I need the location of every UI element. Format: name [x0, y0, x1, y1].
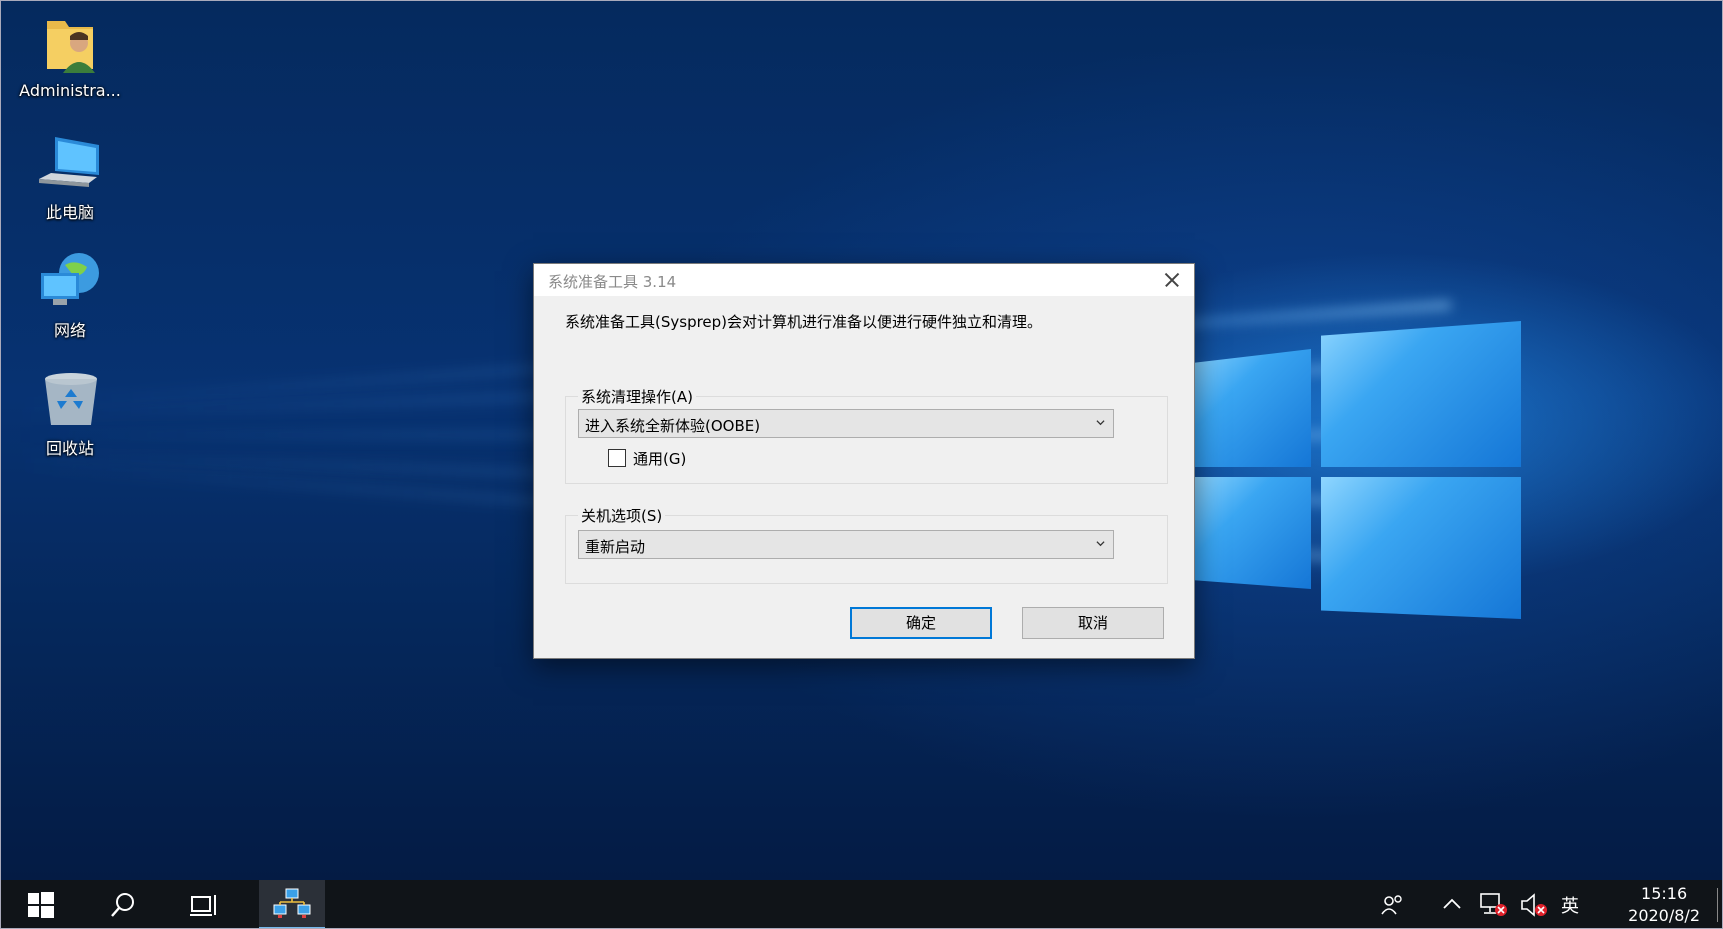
chevron-down-icon — [1096, 420, 1105, 426]
volume-button[interactable] — [1519, 880, 1553, 928]
generalize-label[interactable]: 通用(G) — [633, 448, 686, 469]
shutdown-options-group: 关机选项(S) 重新启动 — [565, 505, 1168, 584]
sysprep-dialog: 系统准备工具 3.14 系统准备工具(Sysprep)会对计算机进行准备以便进行… — [533, 263, 1195, 659]
dialog-title: 系统准备工具 3.14 — [548, 273, 677, 291]
search-icon — [111, 893, 134, 917]
clock[interactable]: 15:16 2020/8/2 — [1628, 883, 1700, 927]
show-hidden-icons-button[interactable] — [1441, 880, 1467, 928]
cancel-button[interactable]: 取消 — [1022, 607, 1164, 639]
desktop-icon-recycle-bin[interactable]: 回收站 — [7, 369, 133, 459]
generalize-checkbox[interactable] — [608, 449, 626, 467]
people-icon — [1381, 895, 1402, 915]
desktop-icon-network[interactable]: 网络 — [7, 251, 133, 341]
shutdown-options-legend: 关机选项(S) — [578, 505, 666, 526]
ime-indicator[interactable]: 英 — [1561, 892, 1591, 922]
people-button[interactable] — [1379, 880, 1413, 928]
shutdown-options-select[interactable]: 重新启动 — [578, 530, 1114, 559]
task-view-icon — [190, 895, 216, 916]
clock-date: 2020/8/2 — [1628, 906, 1700, 925]
desktop-icon-label: 回收站 — [45, 439, 94, 458]
chevron-up-icon — [1443, 898, 1461, 909]
desktop-icon-user-folder[interactable]: Administra... — [7, 15, 133, 100]
show-desktop-button[interactable] — [1717, 888, 1718, 922]
desktop-icon-label: Administra... — [19, 81, 121, 100]
network-status-button[interactable] — [1479, 880, 1513, 928]
windows-logo — [1191, 321, 1531, 621]
cleanup-action-group: 系统清理操作(A) 进入系统全新体验(OOBE) 通用(G) — [565, 386, 1168, 484]
computer-icon — [35, 133, 105, 195]
taskbar-app-sysprep[interactable] — [259, 880, 325, 928]
network-icon — [35, 251, 105, 313]
desktop-icon-label: 网络 — [53, 321, 86, 340]
volume-muted-icon — [1521, 893, 1547, 917]
dialog-titlebar[interactable]: 系统准备工具 3.14 — [534, 264, 1194, 296]
cleanup-action-value: 进入系统全新体验(OOBE) — [585, 417, 761, 435]
shutdown-options-value: 重新启动 — [585, 538, 646, 556]
cleanup-action-legend: 系统清理操作(A) — [578, 386, 696, 407]
desktop-background[interactable]: Administra... 此电脑 网络 回收站 系统准备工具 3.14 系统准… — [1, 1, 1722, 880]
cleanup-action-select[interactable]: 进入系统全新体验(OOBE) — [578, 409, 1114, 438]
user-folder-icon — [35, 15, 105, 77]
windows-start-icon — [28, 892, 54, 918]
search-button[interactable] — [109, 880, 149, 928]
desktop-icon-label: 此电脑 — [45, 203, 94, 222]
start-button[interactable] — [27, 880, 67, 928]
taskbar: 英 15:16 2020/8/2 — [1, 880, 1722, 928]
dialog-description: 系统准备工具(Sysprep)会对计算机进行准备以便进行硬件独立和清理。 — [565, 313, 1043, 331]
screen: Administra... 此电脑 网络 回收站 系统准备工具 3.14 系统准… — [0, 0, 1723, 929]
close-button[interactable] — [1148, 264, 1194, 296]
task-view-button[interactable] — [189, 880, 229, 928]
sysprep-app-icon — [273, 888, 311, 918]
ok-button[interactable]: 确定 — [850, 607, 992, 639]
desktop-icon-this-pc[interactable]: 此电脑 — [7, 133, 133, 223]
clock-time: 15:16 — [1641, 884, 1688, 903]
chevron-down-icon — [1096, 541, 1105, 547]
network-disconnected-icon — [1480, 893, 1507, 916]
recycle-bin-icon — [35, 369, 105, 431]
